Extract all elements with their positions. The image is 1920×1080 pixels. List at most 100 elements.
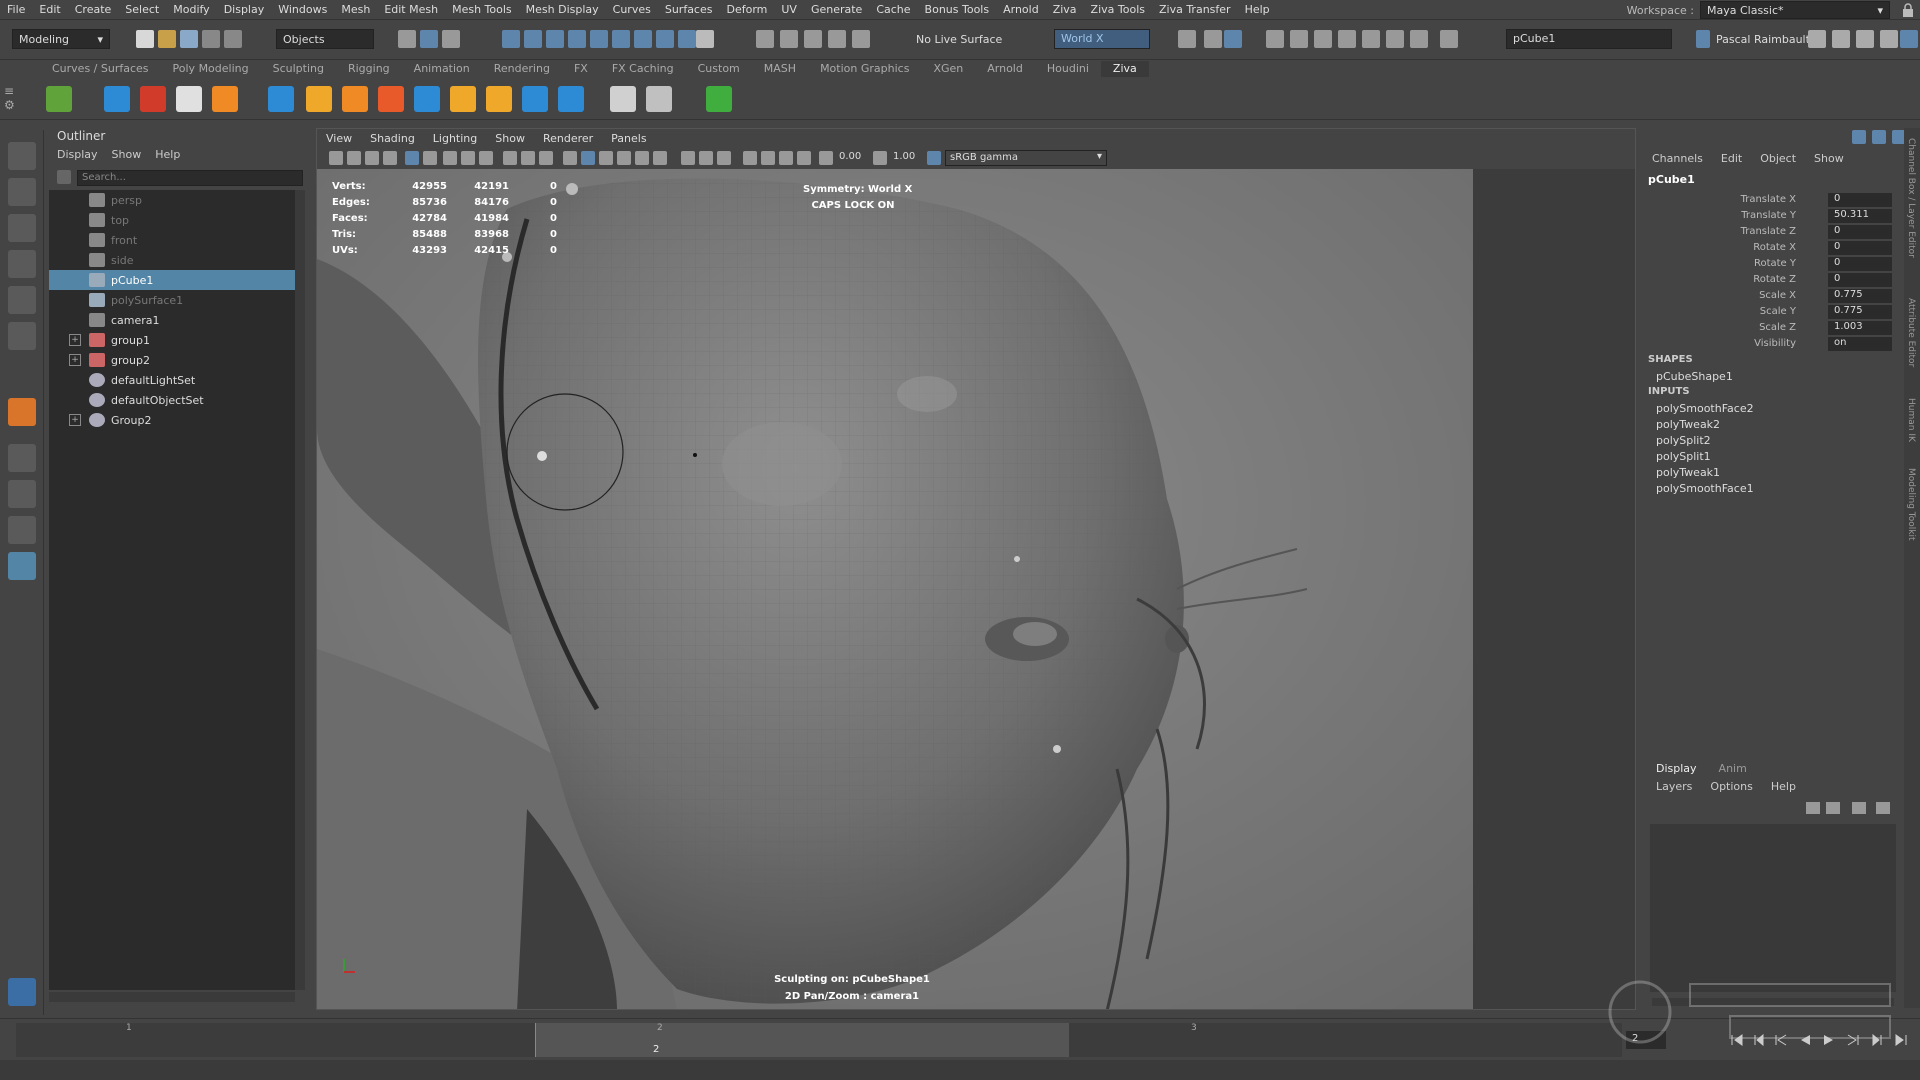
gamma-value[interactable]: 1.00	[893, 151, 915, 162]
side-tab-channel-box[interactable]: Channel Box / Layer Editor	[1906, 138, 1916, 258]
lock-icon[interactable]	[1902, 3, 1914, 17]
outliner-item[interactable]: + Group2	[49, 410, 295, 430]
viewport-menu-lighting[interactable]: Lighting	[424, 132, 486, 145]
shelf-tab-arnold[interactable]: Arnold	[975, 61, 1035, 77]
grease-pencil-icon[interactable]	[423, 151, 437, 165]
channel-attribute-value[interactable]: 50.311	[1828, 209, 1892, 223]
shelf-tab-motion-graphics[interactable]: Motion Graphics	[808, 61, 921, 77]
select-by-object-icon[interactable]	[420, 30, 438, 48]
shape-node[interactable]: pCubeShape1	[1656, 370, 1733, 383]
wireframe-icon[interactable]	[563, 151, 577, 165]
attribute-editor-icon[interactable]	[1832, 30, 1850, 48]
ziva-attachment-icon[interactable]	[268, 86, 294, 112]
outliner-item[interactable]: +side	[49, 250, 295, 270]
ziva-cloth-icon[interactable]	[306, 86, 332, 112]
expand-icon[interactable]: +	[69, 334, 81, 346]
channel-attribute-row[interactable]: Visibility on	[1642, 336, 1904, 352]
menu-bonus-tools[interactable]: Bonus Tools	[918, 3, 997, 16]
outliner-item[interactable]: +defaultLightSet	[49, 370, 295, 390]
viewport-menu-panels[interactable]: Panels	[602, 132, 655, 145]
channel-box-menu-show[interactable]: Show	[1814, 152, 1844, 165]
shelf-tab-fx-caching[interactable]: FX Caching	[600, 61, 686, 77]
shelf-tab-fx[interactable]: FX	[562, 61, 600, 77]
menu-set-dropdown[interactable]: Modeling ▾	[12, 29, 110, 49]
shelf-tab-rendering[interactable]: Rendering	[482, 61, 562, 77]
menu-display[interactable]: Display	[217, 3, 272, 16]
channel-attribute-row[interactable]: Rotate Z 0	[1642, 272, 1904, 288]
safe-action-icon[interactable]	[539, 151, 553, 165]
ambient-occlusion-icon[interactable]	[699, 151, 713, 165]
lights-icon[interactable]	[653, 151, 667, 165]
ipr-render-icon[interactable]	[828, 30, 846, 48]
channel-attribute-label[interactable]: Visibility	[1754, 338, 1796, 349]
pause-icon[interactable]	[1410, 30, 1428, 48]
input-output-icon[interactable]	[780, 30, 798, 48]
symmetry-field[interactable]: World X	[1054, 29, 1150, 49]
outliner-item[interactable]: +defaultObjectSet	[49, 390, 295, 410]
input-node[interactable]: polyTweak1	[1656, 466, 1720, 479]
field-chart-icon[interactable]	[521, 151, 535, 165]
viewport-menu-view[interactable]: View	[317, 132, 361, 145]
outliner-menu-display[interactable]: Display	[57, 148, 98, 161]
snap-view-plane-icon[interactable]	[568, 30, 586, 48]
menu-surfaces[interactable]: Surfaces	[658, 3, 720, 16]
camera-attributes-icon[interactable]	[347, 151, 361, 165]
live-surface-label[interactable]: No Live Surface	[916, 33, 1002, 46]
shelf-tab-poly-modeling[interactable]: Poly Modeling	[161, 61, 261, 77]
channel-attribute-value[interactable]: 0	[1828, 241, 1892, 255]
snap-vertex-icon[interactable]	[612, 30, 630, 48]
outliner-vertical-scrollbar[interactable]	[295, 190, 305, 990]
shelf-tab-animation[interactable]: Animation	[402, 61, 482, 77]
menu-ziva-transfer[interactable]: Ziva Transfer	[1152, 3, 1238, 16]
outliner-item[interactable]: +polySurface1	[49, 290, 295, 310]
menu-mesh[interactable]: Mesh	[334, 3, 377, 16]
viewport-menu-show[interactable]: Show	[486, 132, 534, 145]
menu-mesh-tools[interactable]: Mesh Tools	[445, 3, 519, 16]
lock-selection-icon[interactable]	[696, 30, 714, 48]
tab-anim[interactable]: Anim	[1719, 762, 1747, 775]
lasso-tool-icon[interactable]	[8, 178, 36, 206]
outliner-menu-help[interactable]: Help	[155, 148, 180, 161]
channel-attribute-value[interactable]: 0	[1828, 193, 1892, 207]
outliner-item[interactable]: +camera1	[49, 310, 295, 330]
move-layer-down-icon[interactable]	[1826, 802, 1840, 814]
selection-mode-dropdown[interactable]: Objects	[276, 29, 374, 49]
smooth-shade-icon[interactable]	[581, 151, 595, 165]
menu-deform[interactable]: Deform	[719, 3, 774, 16]
two-pane-icon[interactable]	[8, 516, 36, 544]
channel-attribute-label[interactable]: Scale Y	[1760, 306, 1796, 317]
shelf-tab-curves-surfaces[interactable]: Curves / Surfaces	[40, 61, 161, 77]
tab-display[interactable]: Display	[1656, 762, 1697, 775]
tool-settings-icon[interactable]	[1856, 30, 1874, 48]
ziva-tissue-icon[interactable]	[104, 86, 130, 112]
construction-history-icon[interactable]	[756, 30, 774, 48]
outliner-item[interactable]: + group2	[49, 350, 295, 370]
four-pane-icon[interactable]	[8, 480, 36, 508]
channel-attribute-label[interactable]: Scale Z	[1759, 322, 1796, 333]
outliner-horizontal-scrollbar[interactable]	[49, 992, 295, 1002]
ziva-select-icon[interactable]	[522, 86, 548, 112]
render-frame-icon[interactable]	[1290, 30, 1308, 48]
select-camera-icon[interactable]	[329, 151, 343, 165]
menu-uv[interactable]: UV	[774, 3, 804, 16]
channel-box-sync-icon[interactable]	[1872, 130, 1886, 144]
gate-mask-icon[interactable]	[503, 151, 517, 165]
viewport-menu-shading[interactable]: Shading	[361, 132, 424, 145]
side-tab-attribute-editor[interactable]: Attribute Editor	[1906, 298, 1916, 367]
rotate-tool-icon[interactable]	[8, 286, 36, 314]
channel-box-menu-channels[interactable]: Channels	[1652, 152, 1703, 165]
sculpt-tool-icon[interactable]	[8, 398, 36, 426]
ziva-rest-shape-icon[interactable]	[342, 86, 368, 112]
render-current-icon[interactable]	[804, 30, 822, 48]
shelf-tab-sculpting[interactable]: Sculpting	[261, 61, 336, 77]
ziva-tools-icon[interactable]	[646, 86, 672, 112]
ziva-bone-icon[interactable]	[140, 86, 166, 112]
render-view-icon[interactable]	[1266, 30, 1284, 48]
channel-attribute-value[interactable]: 0	[1828, 257, 1892, 271]
wireframe-on-shaded-icon[interactable]	[617, 151, 631, 165]
input-node[interactable]: polySmoothFace1	[1656, 482, 1754, 495]
channel-attribute-label[interactable]: Rotate X	[1753, 242, 1796, 253]
menu-windows[interactable]: Windows	[271, 3, 334, 16]
render-settings-icon[interactable]	[852, 30, 870, 48]
input-node[interactable]: polySmoothFace2	[1656, 402, 1754, 415]
